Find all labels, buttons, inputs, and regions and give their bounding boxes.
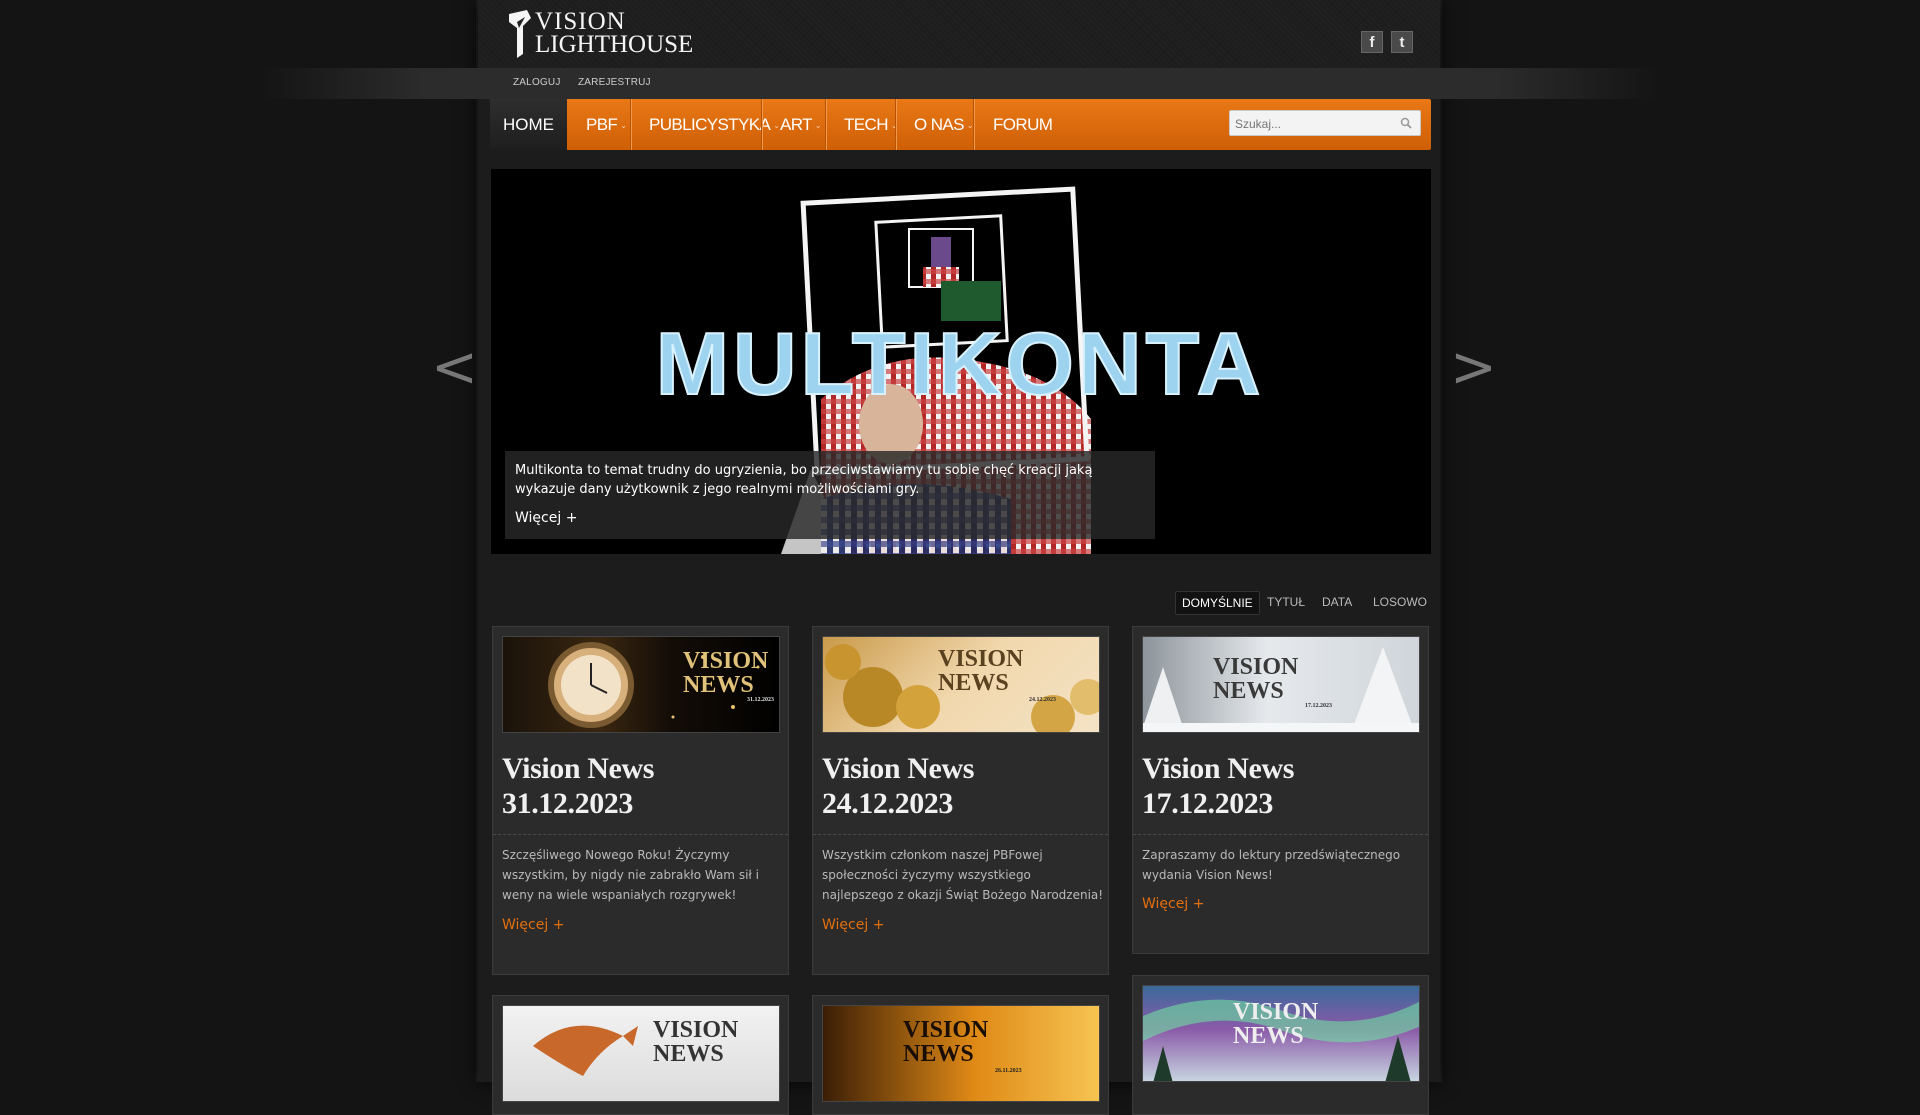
news-logo: VISION NEWS xyxy=(1213,654,1299,704)
right-shadow xyxy=(1440,0,1442,1082)
slider-prev-arrow[interactable]: < xyxy=(431,340,478,396)
news-logo: VISION NEWS xyxy=(903,1017,989,1067)
news-more-link[interactable]: Więcej + xyxy=(822,917,884,933)
nav-item-pbf[interactable]: PBF ⌄ xyxy=(586,99,627,150)
account-bar xyxy=(260,68,1660,99)
news-logo: VISION NEWS xyxy=(1233,999,1319,1049)
sort-title[interactable]: TYTUŁ xyxy=(1267,591,1305,613)
card-divider xyxy=(493,834,788,835)
news-image-date: 31.12.2023 xyxy=(747,697,774,703)
news-more-link[interactable]: Więcej + xyxy=(1142,896,1204,912)
news-title[interactable]: Vision News 17.12.2023 xyxy=(1142,751,1412,821)
news-excerpt: Zapraszamy do lektury przedświątecznego … xyxy=(1142,848,1401,882)
slider-next-arrow[interactable]: > xyxy=(1450,340,1497,396)
news-image-date: 17.12.2023 xyxy=(1305,703,1332,709)
site-logo[interactable]: VISION LIGHTHOUSE xyxy=(505,8,701,62)
nav-item-home[interactable]: HOME xyxy=(490,99,567,150)
slide-caption: Multikonta to temat trudny do ugryzienia… xyxy=(505,451,1155,539)
news-thumbnail[interactable]: VISION NEWS 24.12.2023 xyxy=(822,636,1100,733)
twitter-icon[interactable]: t xyxy=(1391,31,1413,53)
nav-label: TECH xyxy=(844,115,888,134)
news-image-date: 26.11.2023 xyxy=(995,1068,1022,1074)
news-excerpt: Wszystkim członkom naszej PBFowej społec… xyxy=(822,848,1104,902)
search-icon[interactable] xyxy=(1400,117,1412,129)
nav-item-art[interactable]: ART ⌄ xyxy=(780,99,822,150)
nav-label: PBF xyxy=(586,115,618,134)
login-link[interactable]: ZALOGUJ xyxy=(513,77,561,88)
news-card[interactable]: VISION NEWS 24.12.2023 Vision News 24.12… xyxy=(812,626,1109,975)
facebook-icon[interactable]: f xyxy=(1361,31,1383,53)
news-title[interactable]: Vision News 31.12.2023 xyxy=(502,751,772,821)
news-card[interactable]: VISION NEWS 31.12.2023 Vision News 31.12… xyxy=(492,626,789,975)
slide-caption-text: Multikonta to temat trudny do ugryzienia… xyxy=(515,463,1093,497)
news-image-date: 24.12.2023 xyxy=(1029,697,1056,703)
chevron-down-icon: ⌄ xyxy=(814,121,822,131)
card-divider xyxy=(813,834,1108,835)
news-thumbnail[interactable]: VISION NEWS 17.12.2023 xyxy=(1142,636,1420,733)
news-title[interactable]: Vision News 24.12.2023 xyxy=(822,751,1092,821)
news-thumbnail[interactable]: VISION NEWS xyxy=(1142,985,1420,1082)
news-card[interactable]: VISION NEWS xyxy=(1132,975,1429,1115)
news-logo: VISION NEWS xyxy=(653,1017,739,1067)
news-card[interactable]: VISION NEWS 26.11.2023 xyxy=(812,995,1109,1115)
slide-more-link[interactable]: Więcej + xyxy=(515,510,577,526)
sort-date[interactable]: DATA xyxy=(1322,591,1352,613)
nav-label: ART xyxy=(780,115,813,134)
register-link[interactable]: ZAREJESTRUJ xyxy=(578,77,651,88)
news-thumbnail[interactable]: VISION NEWS 26.11.2023 xyxy=(822,1005,1100,1102)
nav-divider xyxy=(974,99,975,150)
nav-item-tech[interactable]: TECH ⌄ xyxy=(844,99,898,150)
nav-item-publicystyka[interactable]: PUBLICYSTYKA ⌄ xyxy=(649,99,780,150)
search-input[interactable] xyxy=(1233,113,1397,135)
sort-random[interactable]: LOSOWO xyxy=(1373,591,1427,613)
search-box xyxy=(1229,110,1421,136)
nav-item-forum[interactable]: FORUM xyxy=(993,99,1053,150)
news-thumbnail[interactable]: VISION NEWS 31.12.2023 xyxy=(502,636,780,733)
chevron-down-icon: ⌄ xyxy=(966,121,974,131)
logo-line-2: LIGHTHOUSE xyxy=(535,31,694,58)
nav-item-o-nas[interactable]: O NAS ⌄ xyxy=(914,99,974,150)
sort-default[interactable]: DOMYŚLNIE xyxy=(1175,591,1260,615)
slide-headline: MULTIKONTA xyxy=(656,314,1265,413)
nav-label: PUBLICYSTYKA xyxy=(649,115,771,134)
nav-divider xyxy=(762,99,763,150)
nav-divider xyxy=(631,99,632,150)
news-card[interactable]: VISION NEWS xyxy=(492,995,789,1115)
chevron-down-icon: ⌄ xyxy=(620,121,627,131)
nav-divider xyxy=(826,99,827,150)
news-logo: VISION NEWS xyxy=(683,648,769,698)
nav-divider xyxy=(896,99,897,150)
nav-label: O NAS xyxy=(914,115,965,134)
news-excerpt: Szczęśliwego Nowego Roku! Życzymy wszyst… xyxy=(502,848,759,902)
site-header: VISION LIGHTHOUSE xyxy=(478,0,1440,68)
news-more-link[interactable]: Więcej + xyxy=(502,917,564,933)
news-thumbnail[interactable]: VISION NEWS xyxy=(502,1005,780,1102)
news-card[interactable]: VISION NEWS 17.12.2023 Vision News 17.12… xyxy=(1132,626,1429,954)
card-divider xyxy=(1133,834,1428,835)
chevron-down-icon: ⌄ xyxy=(773,121,780,131)
news-logo: VISION NEWS xyxy=(938,646,1024,696)
